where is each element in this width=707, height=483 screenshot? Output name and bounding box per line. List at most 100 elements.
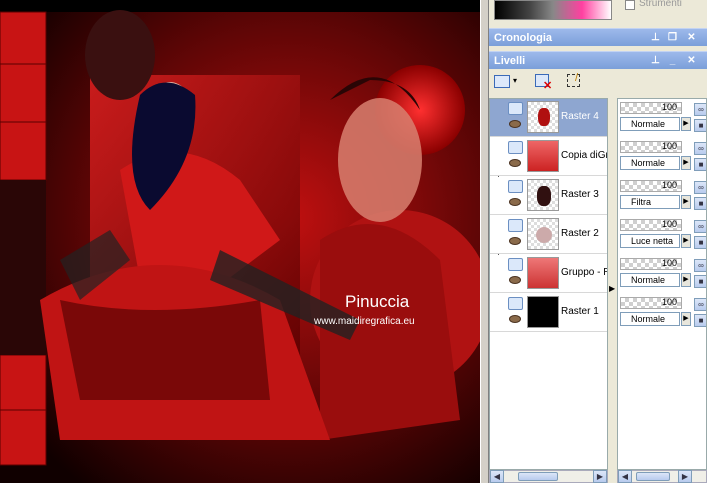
layer-props: 100 Filtra ▶	[618, 177, 694, 215]
edit-selection-button[interactable]: /	[567, 72, 585, 91]
layer-row[interactable]: Copia diGru	[490, 138, 607, 176]
lock-icon[interactable]: ■	[694, 314, 706, 327]
layer-visibility-icon[interactable]	[508, 219, 523, 232]
layer-row[interactable]: Raster 3	[490, 177, 607, 215]
restore-icon[interactable]: ❐	[666, 31, 679, 44]
pane-splitter[interactable]: ▶	[608, 98, 617, 470]
eye-icon[interactable]	[509, 198, 521, 206]
color-swatch-strip[interactable]	[494, 0, 612, 20]
panel-splitter[interactable]	[480, 0, 489, 483]
right-panel: Strumenti Cronologia ⊥ ❐ ✕ Livelli ⊥ _ ✕…	[489, 0, 707, 483]
layer-thumbnail	[527, 179, 559, 211]
scroll-right-icon[interactable]: ▶	[678, 470, 692, 483]
lock-icon[interactable]: ■	[694, 119, 706, 132]
layer-props: 100 Normale ▶	[618, 99, 694, 137]
lock-icon[interactable]: ■	[694, 275, 706, 288]
names-scrollbar[interactable]: ◀ ▶	[489, 470, 608, 483]
layer-props: 100 Luce netta ▶	[618, 216, 694, 254]
link-icon[interactable]: ∞	[694, 103, 706, 116]
link-icon[interactable]: ∞	[694, 142, 706, 155]
eye-icon[interactable]	[509, 276, 521, 284]
lock-icon[interactable]: ■	[694, 158, 706, 171]
close-icon[interactable]: ✕	[685, 54, 698, 67]
layers-properties-pane: 100 Normale ▶ 100 Normale ▶ 100 Filtra ▶…	[617, 98, 707, 470]
opacity-value: 100	[662, 258, 678, 268]
layer-thumbnail	[527, 140, 559, 172]
layer-visibility-icon[interactable]	[508, 180, 523, 193]
image-canvas[interactable]: Pinuccia www.maidiregrafica.eu	[0, 0, 480, 483]
cronologia-titlebar[interactable]: Cronologia ⊥ ❐ ✕	[489, 28, 707, 46]
lock-icon[interactable]: ■	[694, 236, 706, 249]
color-palette-area: Strumenti	[489, 0, 707, 28]
livelli-titlebar[interactable]: Livelli ⊥ _ ✕	[489, 51, 707, 69]
layer-name: Raster 1	[561, 306, 599, 317]
blend-arrow-icon[interactable]: ▶	[681, 117, 691, 131]
scroll-left-icon[interactable]: ◀	[490, 470, 504, 483]
eye-icon[interactable]	[509, 120, 521, 128]
layer-visibility-icon[interactable]	[508, 141, 523, 154]
delete-layer-button[interactable]: ✕	[535, 73, 553, 92]
new-layer-button[interactable]: ▾	[494, 73, 522, 91]
pin-icon[interactable]: ⊥	[649, 31, 662, 44]
layer-visibility-icon[interactable]	[508, 102, 523, 115]
eye-icon[interactable]	[509, 315, 521, 323]
chevron-down-icon: ▾	[513, 76, 518, 85]
blend-mode-select[interactable]: Filtra	[620, 195, 680, 209]
lock-icon[interactable]: ■	[694, 197, 706, 210]
layer-name: Gruppo - Ra	[561, 267, 607, 278]
new-layer-icon	[494, 75, 510, 88]
layer-thumbnail	[527, 218, 559, 250]
layer-visibility-icon[interactable]	[508, 258, 523, 271]
layer-name: Copia diGru	[561, 150, 607, 161]
strumenti-checkbox[interactable]	[625, 0, 635, 10]
scroll-thumb[interactable]	[518, 472, 558, 481]
watermark-url: www.maidiregrafica.eu	[313, 316, 415, 327]
scroll-thumb[interactable]	[636, 472, 670, 481]
red-x-icon: ✕	[543, 80, 553, 92]
link-icon[interactable]: ∞	[694, 220, 706, 233]
blend-mode-select[interactable]: Normale	[620, 117, 680, 131]
opacity-value: 100	[662, 297, 678, 307]
layer-name: Raster 4	[561, 111, 599, 122]
layer-row[interactable]: Gruppo - Ra	[490, 255, 607, 293]
layer-name: Raster 3	[561, 189, 599, 200]
minimize-icon[interactable]: _	[666, 54, 679, 67]
link-icon[interactable]: ∞	[694, 181, 706, 194]
layer-row[interactable]: Raster 4	[490, 99, 607, 137]
opacity-value: 100	[662, 102, 678, 112]
layer-props: 100 Normale ▶	[618, 138, 694, 176]
layer-name: Raster 2	[561, 228, 599, 239]
pin-icon[interactable]: ⊥	[649, 54, 662, 67]
blend-mode-select[interactable]: Normale	[620, 312, 680, 326]
blend-arrow-icon[interactable]: ▶	[681, 156, 691, 170]
layer-row[interactable]: Raster 2	[490, 216, 607, 254]
layer-thumbnail	[527, 257, 559, 289]
layers-toolbar: ▾ ✕ /	[489, 69, 707, 96]
strumenti-label: Strumenti	[639, 0, 682, 9]
link-icon[interactable]: ∞	[694, 259, 706, 272]
blend-arrow-icon[interactable]: ▶	[681, 273, 691, 287]
eye-icon[interactable]	[509, 237, 521, 245]
layers-names-pane: Raster 4 Copia diGru Raster 3 Raster 2	[489, 98, 608, 470]
layer-row[interactable]: Raster 1	[490, 294, 607, 332]
opacity-value: 100	[662, 180, 678, 190]
blend-mode-select[interactable]: Normale	[620, 156, 680, 170]
layer-thumbnail	[527, 296, 559, 328]
link-icon[interactable]: ∞	[694, 298, 706, 311]
eye-icon[interactable]	[509, 159, 521, 167]
livelli-title: Livelli	[494, 55, 526, 67]
blend-arrow-icon[interactable]: ▶	[681, 312, 691, 326]
scroll-left-icon[interactable]: ◀	[618, 470, 632, 483]
layer-visibility-icon[interactable]	[508, 297, 523, 310]
blend-mode-select[interactable]: Normale	[620, 273, 680, 287]
layer-props: 100 Normale ▶	[618, 255, 694, 293]
blend-mode-select[interactable]: Luce netta	[620, 234, 680, 248]
props-scrollbar[interactable]: ◀ ▶	[617, 470, 707, 483]
layer-thumbnail	[527, 101, 559, 133]
blend-arrow-icon[interactable]: ▶	[681, 234, 691, 248]
scroll-right-icon[interactable]: ▶	[593, 470, 607, 483]
close-icon[interactable]: ✕	[685, 31, 698, 44]
blend-arrow-icon[interactable]: ▶	[681, 195, 691, 209]
brush-icon: /	[575, 72, 579, 84]
opacity-value: 100	[662, 219, 678, 229]
